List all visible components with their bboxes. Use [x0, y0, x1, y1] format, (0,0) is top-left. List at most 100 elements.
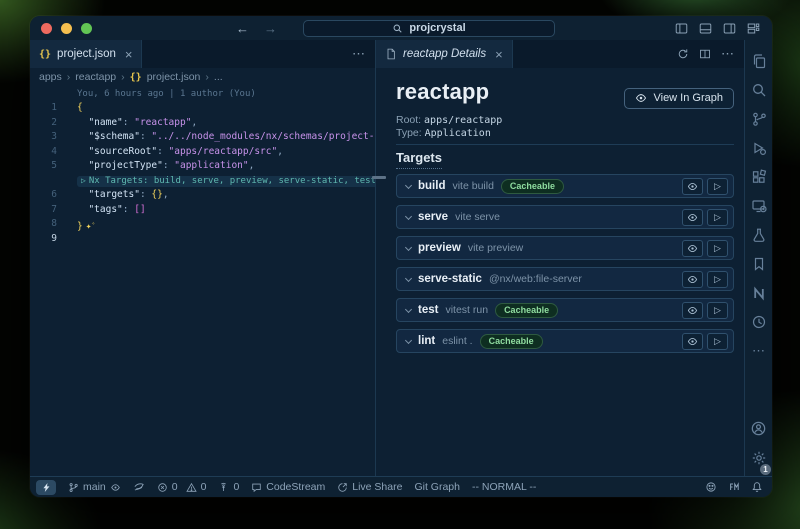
eye-icon — [635, 92, 647, 104]
search-input[interactable]: projcrystal — [303, 20, 555, 37]
title-bar[interactable]: ← → projcrystal — [30, 16, 772, 40]
target-row[interactable]: test vitest run Cacheable ▷ — [396, 298, 734, 322]
code-line[interactable]: 3 "$schema": "../../node_modules/nx/sche… — [30, 130, 375, 145]
target-name: lint — [418, 335, 435, 347]
branch-name: main — [83, 481, 106, 493]
breadcrumb-separator: › — [67, 71, 71, 83]
zoom-window-button[interactable] — [81, 23, 92, 34]
toggle-primary-sidebar-icon[interactable] — [675, 22, 688, 35]
source-control-icon[interactable] — [745, 104, 772, 133]
warning-icon — [186, 482, 197, 493]
forward-icon[interactable]: → — [264, 21, 277, 36]
vim-mode-indicator[interactable]: -- NORMAL -- — [472, 481, 536, 493]
run-target-button[interactable]: ▷ — [707, 178, 728, 195]
more-actions-icon[interactable]: ⋯ — [721, 46, 734, 62]
code-line[interactable]: 7 "tags": [] — [30, 203, 375, 218]
split-editor-icon[interactable] — [699, 48, 711, 60]
branch-status-item[interactable]: main — [68, 481, 121, 493]
broadcast-status-item[interactable]: 0 — [218, 481, 239, 493]
nx-targets-hint[interactable]: ▷Nx Targets: build, serve, preview, serv… — [77, 176, 375, 187]
chevron-down-icon[interactable] — [405, 305, 412, 312]
notifications-bell-icon[interactable] — [751, 481, 763, 493]
chevron-down-icon[interactable] — [405, 181, 412, 188]
tab-reactapp-details[interactable]: reactapp Details × — [376, 40, 513, 68]
code-line[interactable]: 8}✦✧ — [30, 217, 375, 232]
target-row[interactable]: preview vite preview ▷ — [396, 236, 734, 260]
more-actions-icon[interactable]: ⋯ — [352, 46, 365, 62]
git-graph-status-item[interactable]: Git Graph — [414, 481, 460, 493]
view-target-button[interactable] — [682, 178, 703, 195]
run-target-button[interactable]: ▷ — [707, 302, 728, 319]
view-target-button[interactable] — [682, 302, 703, 319]
target-row[interactable]: serve vite serve ▷ — [396, 205, 734, 229]
view-target-button[interactable] — [682, 271, 703, 288]
target-row[interactable]: build vite build Cacheable ▷ — [396, 174, 734, 198]
code-hint-line[interactable]: ▷Nx Targets: build, serve, preview, serv… — [30, 174, 375, 189]
breadcrumb-item-apps[interactable]: apps — [39, 71, 62, 83]
run-target-button[interactable]: ▷ — [707, 209, 728, 226]
live-share-status-item[interactable]: Live Share — [337, 481, 402, 493]
settings-gear-icon[interactable]: 1 — [750, 443, 767, 472]
explorer-icon[interactable] — [745, 46, 772, 75]
tab-bar-left: {} project.json × ⋯ — [30, 40, 375, 68]
remote-explorer-icon[interactable] — [745, 191, 772, 220]
code-line[interactable]: 2 "name": "reactapp", — [30, 116, 375, 131]
line-number: 5 — [30, 159, 70, 174]
refresh-icon[interactable] — [677, 48, 689, 60]
gitlens-codelens[interactable]: You, 6 hours ago | 1 author (You) — [30, 88, 375, 101]
chevron-down-icon[interactable] — [405, 243, 412, 250]
customize-layout-icon[interactable] — [747, 22, 760, 35]
close-tab-icon[interactable]: × — [125, 47, 133, 62]
feedback-smiley-icon[interactable] — [705, 481, 717, 493]
run-target-button[interactable]: ▷ — [707, 240, 728, 257]
code-line[interactable]: 1{ — [30, 101, 375, 116]
code-line[interactable]: 4 "sourceRoot": "apps/reactapp/src", — [30, 145, 375, 160]
code-line[interactable]: 5 "projectType": "application", — [30, 159, 375, 174]
chevron-down-icon[interactable] — [405, 212, 412, 219]
code-editor[interactable]: You, 6 hours ago | 1 author (You) 1{2 "n… — [30, 86, 375, 476]
breadcrumb-item-file[interactable]: project.json — [147, 71, 201, 83]
status-misc-icon[interactable] — [728, 481, 740, 493]
search-icon[interactable] — [745, 75, 772, 104]
breadcrumb-separator: › — [121, 71, 125, 83]
run-target-button[interactable]: ▷ — [707, 333, 728, 350]
code-line[interactable]: 9 — [30, 232, 375, 247]
target-row[interactable]: serve-static @nx/web:file-server ▷ — [396, 267, 734, 291]
nx-console-icon[interactable] — [745, 278, 772, 307]
codestream-status-item[interactable]: CodeStream — [251, 481, 325, 493]
chevron-down-icon[interactable] — [405, 274, 412, 281]
line-number — [30, 174, 70, 189]
problems-status-item[interactable]: 0 0 — [157, 481, 207, 493]
code-line[interactable]: 6 "targets": {}, — [30, 188, 375, 203]
breadcrumb-item-symbol[interactable]: ... — [214, 71, 223, 83]
history-icon[interactable] — [745, 307, 772, 336]
scrollbar-thumb[interactable] — [372, 176, 386, 179]
view-target-button[interactable] — [682, 333, 703, 350]
run-target-button[interactable]: ▷ — [707, 271, 728, 288]
view-in-graph-button[interactable]: View In Graph — [624, 88, 734, 109]
close-tab-icon[interactable]: × — [495, 47, 503, 62]
remote-indicator[interactable] — [36, 480, 56, 495]
toggle-secondary-sidebar-icon[interactable] — [723, 22, 736, 35]
target-executor: vite preview — [468, 242, 523, 254]
extensions-icon[interactable] — [745, 162, 772, 191]
close-window-button[interactable] — [41, 23, 52, 34]
breadcrumb-item-reactapp[interactable]: reactapp — [75, 71, 116, 83]
toggle-panel-icon[interactable] — [699, 22, 712, 35]
accounts-icon[interactable] — [750, 414, 767, 443]
minimize-window-button[interactable] — [61, 23, 72, 34]
bookmarks-icon[interactable] — [745, 249, 772, 278]
layers-status-icon[interactable] — [133, 481, 145, 493]
more-views-icon[interactable]: ⋯ — [745, 336, 772, 365]
target-row[interactable]: lint eslint . Cacheable ▷ — [396, 329, 734, 353]
line-number: 8 — [30, 217, 70, 232]
view-target-button[interactable] — [682, 209, 703, 226]
chevron-down-icon[interactable] — [405, 336, 412, 343]
live-share-icon — [337, 482, 348, 493]
view-target-button[interactable] — [682, 240, 703, 257]
tab-project-json[interactable]: {} project.json × — [30, 40, 142, 68]
activity-bar: ⋯ 1 — [744, 40, 772, 476]
back-icon[interactable]: ← — [236, 21, 249, 36]
run-debug-icon[interactable] — [745, 133, 772, 162]
testing-beaker-icon[interactable] — [745, 220, 772, 249]
